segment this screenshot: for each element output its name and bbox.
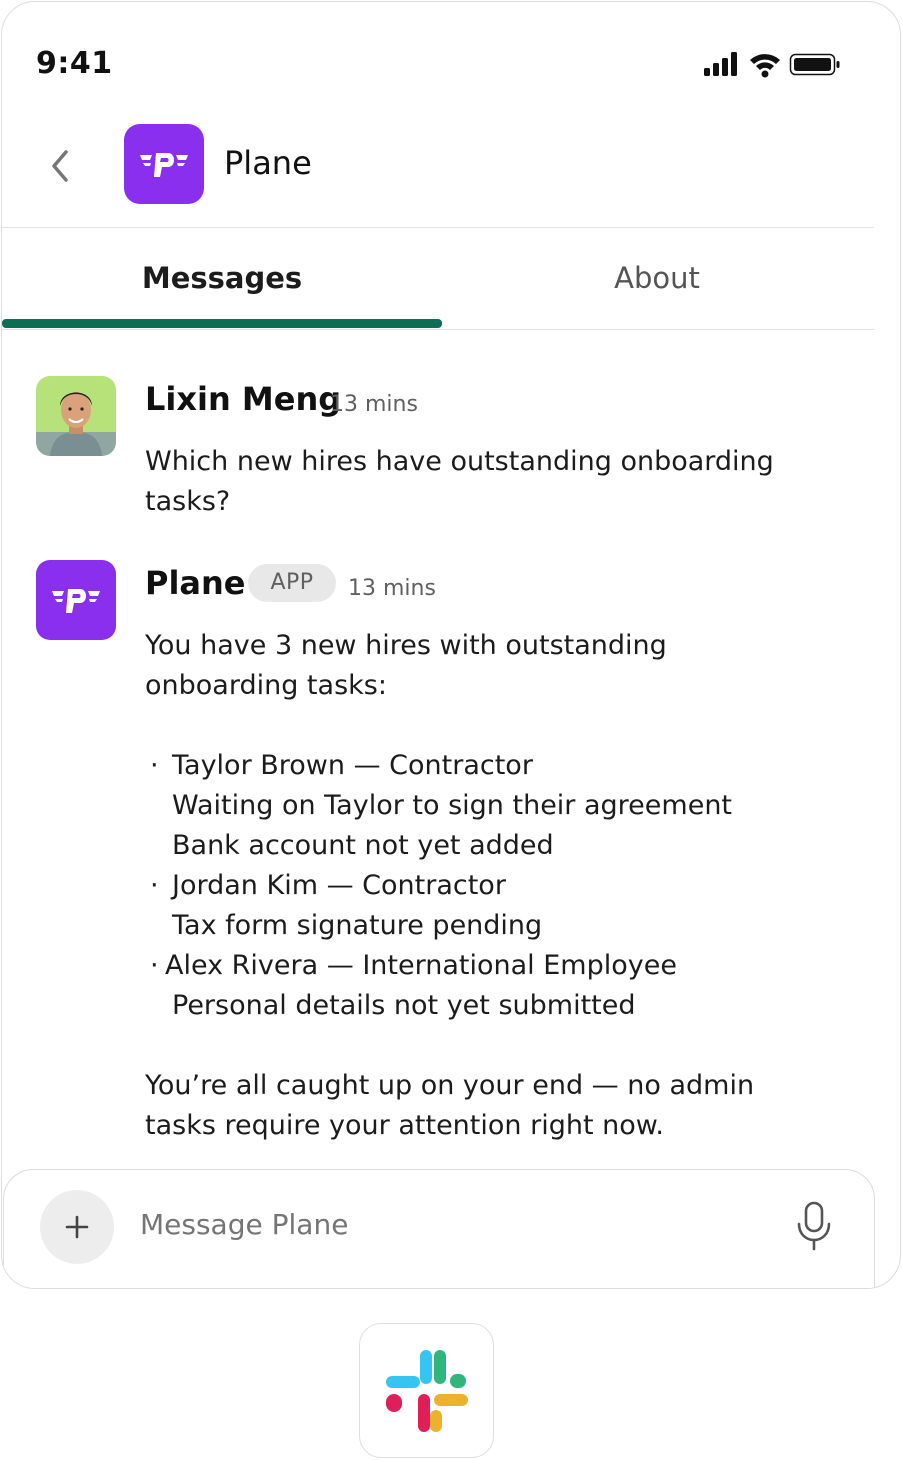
sender-name[interactable]: Plane xyxy=(145,564,246,602)
status-icons xyxy=(704,50,844,82)
list-item-detail: Personal details not yet submitted xyxy=(172,990,636,1021)
app-badge: APP xyxy=(248,564,336,602)
message-composer xyxy=(3,1169,875,1288)
message-input[interactable] xyxy=(140,1208,740,1241)
active-tab-indicator xyxy=(2,319,442,328)
sender-name[interactable]: Lixin Meng xyxy=(145,380,341,418)
back-chevron-icon[interactable] xyxy=(46,146,78,186)
message-line: Which new hires have outstanding onboard… xyxy=(145,446,774,477)
message-line: You have 3 new hires with outstanding xyxy=(145,630,667,661)
tab-about[interactable]: About xyxy=(442,261,872,295)
plus-icon[interactable] xyxy=(40,1190,114,1264)
message-time: 13 mins xyxy=(330,392,418,417)
message-line: onboarding tasks: xyxy=(145,670,387,701)
plane-logo-icon[interactable] xyxy=(36,560,116,640)
list-item-detail: Tax form signature pending xyxy=(172,910,543,941)
conversation-header: Plane xyxy=(2,120,874,228)
slack-logo-icon xyxy=(359,1323,494,1458)
message-time: 13 mins xyxy=(348,576,436,601)
message-line: tasks? xyxy=(145,486,231,517)
phone-frame: 9:41 Plane Messages About Lixin Meng 13 … xyxy=(1,1,901,1289)
message-lixin: Lixin Meng 13 mins Which new hires have … xyxy=(2,376,882,526)
list-item-detail: Waiting on Taylor to sign their agreemen… xyxy=(172,790,733,821)
list-item-title: Taylor Brown — Contractor xyxy=(172,750,533,781)
status-time: 9:41 xyxy=(36,46,113,81)
battery-icon xyxy=(789,53,840,76)
tab-bar: Messages About xyxy=(2,229,874,330)
message-plane: Plane APP 13 mins You have 3 new hires w… xyxy=(2,560,882,1160)
message-line: You’re all caught up on your end — no ad… xyxy=(145,1070,755,1101)
bullet-dot: · xyxy=(150,950,159,981)
signal-icon xyxy=(704,52,737,76)
plane-logo-icon xyxy=(124,124,204,204)
list-item-title: Alex Rivera — International Employee xyxy=(165,950,677,981)
bullet-dot: · xyxy=(150,750,159,781)
wifi-icon xyxy=(750,54,780,78)
header-title[interactable]: Plane xyxy=(224,144,312,182)
avatar[interactable] xyxy=(36,376,116,456)
microphone-icon[interactable] xyxy=(794,1200,834,1252)
tab-messages[interactable]: Messages xyxy=(2,261,442,295)
list-item-detail: Bank account not yet added xyxy=(172,830,554,861)
bullet-dot: · xyxy=(150,870,159,901)
list-item-title: Jordan Kim — Contractor xyxy=(172,870,506,901)
message-line: tasks require your attention right now. xyxy=(145,1110,664,1141)
